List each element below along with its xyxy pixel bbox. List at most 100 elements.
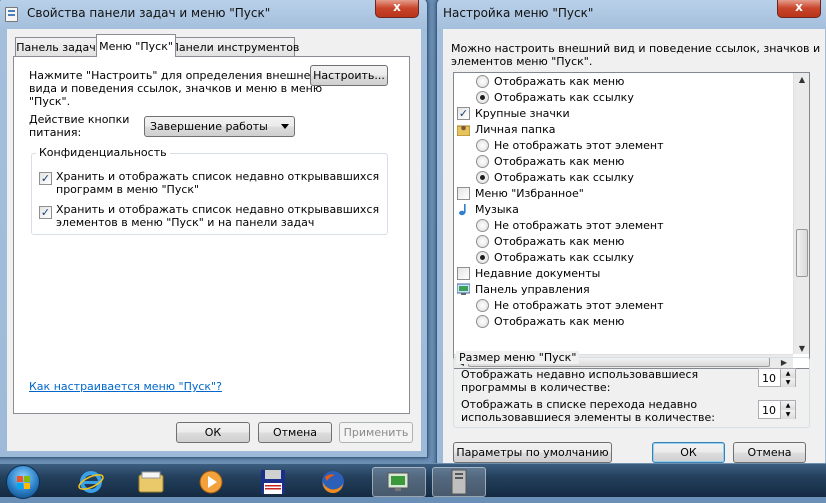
radio-button-selected[interactable] bbox=[476, 90, 489, 104]
radio-button[interactable] bbox=[476, 154, 489, 168]
folder-user-icon bbox=[456, 123, 471, 136]
window-title: Свойства панели задач и меню "Пуск" bbox=[27, 6, 271, 20]
vertical-scrollbar[interactable]: ▲ ▼ bbox=[793, 73, 809, 354]
recent-programs-checkbox[interactable]: ✓ bbox=[39, 172, 52, 185]
start-menu-options-list[interactable]: Отображать как меню Отображать как ссылку… bbox=[453, 72, 810, 369]
window-title: Настройка меню "Пуск" bbox=[443, 6, 594, 20]
spin-up-icon[interactable]: ▲ bbox=[780, 401, 795, 410]
checkbox-option-row[interactable]: ✓ Крупные значки bbox=[457, 105, 793, 121]
jump-list-count-spinner[interactable]: 10 ▲ ▼ bbox=[758, 400, 796, 419]
option-label: Отображать как меню bbox=[494, 234, 625, 248]
radio-option-row[interactable]: Отображать как меню bbox=[476, 233, 809, 249]
checkbox-option-row[interactable]: Недавние документы bbox=[457, 265, 793, 281]
radio-option-row[interactable]: Отображать как меню bbox=[476, 153, 809, 169]
option-label: Отображать как ссылку bbox=[494, 90, 634, 104]
radio-option-row[interactable]: Отображать как ссылку bbox=[476, 89, 809, 105]
option-label: Не отображать этот элемент bbox=[494, 298, 664, 312]
radio-button-selected[interactable] bbox=[476, 170, 489, 184]
option-label: Отображать как меню bbox=[494, 314, 625, 328]
ok-button[interactable]: ОК bbox=[176, 422, 250, 443]
option-group-header: Музыка bbox=[457, 201, 793, 217]
start-menu-tab-panel: Нажмите "Настроить" для определения внеш… bbox=[13, 56, 410, 414]
recent-programs-label-1: Хранить и отображать список недавно откр… bbox=[56, 170, 380, 183]
internet-explorer-icon[interactable] bbox=[64, 467, 118, 497]
apply-button[interactable]: Применить bbox=[339, 422, 413, 443]
jump-list-count-label-2: использовавшиеся элементы в количестве: bbox=[461, 411, 715, 424]
tab-taskbar[interactable]: Панель задач bbox=[15, 37, 97, 56]
windows-flag-icon bbox=[17, 476, 30, 489]
windows-start-icon[interactable] bbox=[6, 465, 40, 499]
cancel-button[interactable]: Отмена bbox=[733, 442, 806, 463]
scroll-down-icon[interactable]: ▼ bbox=[794, 344, 809, 353]
taskbar-properties-window: Свойства панели задач и меню "Пуск" x Па… bbox=[0, 0, 428, 458]
radio-button[interactable] bbox=[476, 298, 489, 312]
radio-button[interactable] bbox=[476, 234, 489, 248]
scrollbar-thumb[interactable] bbox=[796, 229, 808, 277]
title-bar[interactable]: Свойства панели задач и меню "Пуск" x bbox=[0, 0, 427, 29]
power-action-select[interactable]: Завершение работы bbox=[144, 116, 295, 137]
computer-tower-icon[interactable] bbox=[432, 467, 486, 497]
recent-programs-label-2: программ в меню "Пуск" bbox=[56, 183, 200, 196]
option-label: Не отображать этот элемент bbox=[494, 138, 664, 152]
recent-items-label-1: Хранить и отображать список недавно откр… bbox=[56, 203, 380, 216]
checkbox-checked[interactable]: ✓ bbox=[457, 106, 470, 120]
option-label: Отображать как меню bbox=[494, 74, 625, 88]
firefox-icon[interactable] bbox=[306, 467, 360, 497]
radio-option-row[interactable]: Отображать как ссылку bbox=[476, 169, 809, 185]
option-label: Крупные значки bbox=[475, 106, 570, 120]
tab-start-menu[interactable]: Меню "Пуск" bbox=[96, 34, 176, 57]
chevron-down-icon bbox=[281, 124, 289, 129]
radio-option-row[interactable]: Не отображать этот элемент bbox=[476, 297, 809, 313]
customize-button[interactable]: Настроить... bbox=[310, 65, 388, 86]
radio-button[interactable] bbox=[476, 74, 489, 88]
media-player-icon[interactable] bbox=[184, 467, 238, 497]
title-bar[interactable]: Настройка меню "Пуск" x bbox=[437, 0, 826, 29]
control-panel-icon[interactable] bbox=[372, 467, 426, 497]
option-label: Панель управления bbox=[475, 282, 590, 296]
spin-down-icon[interactable]: ▼ bbox=[780, 410, 795, 419]
radio-option-row[interactable]: Отображать как меню bbox=[476, 313, 809, 329]
radio-option-row[interactable]: Не отображать этот элемент bbox=[476, 137, 809, 153]
option-label: Не отображать этот элемент bbox=[494, 218, 664, 232]
checkbox[interactable] bbox=[457, 266, 470, 280]
privacy-group-title: Конфиденциальность bbox=[36, 146, 170, 159]
recent-programs-count-spinner[interactable]: 10 ▲ ▼ bbox=[758, 368, 796, 387]
tab-label: Меню "Пуск" bbox=[99, 39, 173, 53]
description-line-1: Нажмите "Настроить" для определения внеш… bbox=[29, 69, 323, 82]
radio-button-selected[interactable] bbox=[476, 250, 489, 264]
recent-programs-count-label-2: программы в количестве: bbox=[461, 381, 611, 394]
radio-option-row[interactable]: Отображать как ссылку bbox=[476, 249, 809, 265]
spin-up-icon[interactable]: ▲ bbox=[780, 369, 795, 378]
scroll-up-icon[interactable]: ▲ bbox=[794, 75, 809, 84]
floppy-disk-icon[interactable] bbox=[246, 467, 300, 497]
defaults-button[interactable]: Параметры по умолчанию bbox=[453, 442, 612, 463]
recent-items-checkbox[interactable]: ✓ bbox=[39, 206, 52, 219]
taskbar bbox=[0, 463, 826, 499]
close-button[interactable]: x bbox=[375, 0, 419, 18]
description-line-1: Можно настроить внешний вид и поведение … bbox=[451, 42, 821, 55]
description-line-3: "Пуск". bbox=[29, 95, 71, 108]
radio-option-row[interactable]: Не отображать этот элемент bbox=[476, 217, 809, 233]
spin-down-icon[interactable]: ▼ bbox=[780, 378, 795, 387]
radio-option-row[interactable]: Отображать как меню bbox=[476, 73, 809, 89]
music-note-icon bbox=[457, 203, 470, 216]
cancel-button[interactable]: Отмена bbox=[258, 422, 332, 443]
close-button[interactable]: x bbox=[777, 0, 821, 18]
recent-items-label-2: элементов в меню "Пуск" и на панели зада… bbox=[56, 216, 315, 229]
ok-button[interactable]: ОК bbox=[652, 442, 725, 463]
radio-button[interactable] bbox=[476, 138, 489, 152]
radio-button[interactable] bbox=[476, 314, 489, 328]
description-line-2: вида и поведения ссылок, значков и меню … bbox=[29, 82, 323, 95]
radio-button[interactable] bbox=[476, 218, 489, 232]
tab-toolbars[interactable]: Панели инструментов bbox=[171, 37, 299, 56]
file-explorer-icon[interactable] bbox=[124, 467, 178, 497]
jump-list-count-label-1: Отображать в списке перехода недавно bbox=[461, 398, 698, 411]
window-icon bbox=[5, 7, 18, 22]
checkbox-option-row[interactable]: Меню "Избранное" bbox=[457, 185, 793, 201]
customize-start-menu-window: Настройка меню "Пуск" x Можно настроить … bbox=[436, 0, 826, 469]
dialog-client: Панель задач Меню "Пуск" Панели инструме… bbox=[7, 29, 421, 451]
option-label: Недавние документы bbox=[475, 266, 601, 280]
checkbox[interactable] bbox=[457, 186, 470, 200]
help-link[interactable]: Как настраивается меню "Пуск"? bbox=[29, 380, 222, 393]
dialog-client: Можно настроить внешний вид и поведение … bbox=[443, 29, 825, 469]
